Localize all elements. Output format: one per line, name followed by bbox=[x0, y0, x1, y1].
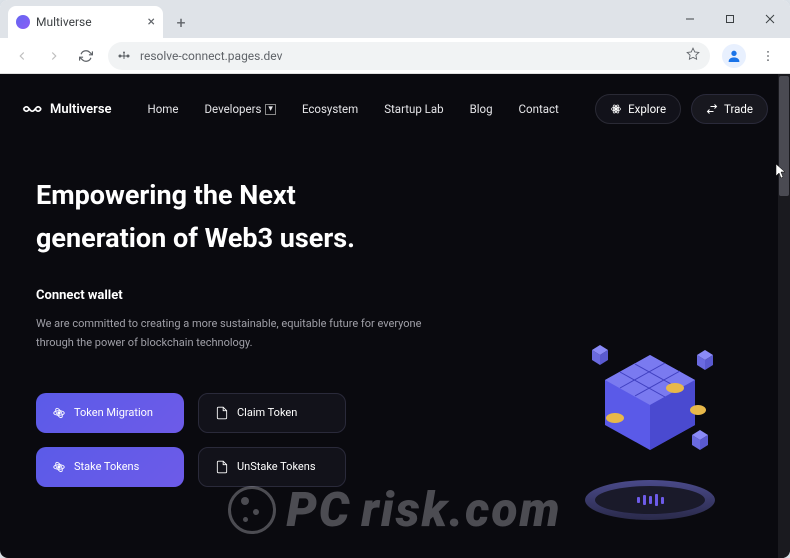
bookmark-icon[interactable] bbox=[686, 47, 700, 64]
browser-window: Multiverse × + bbox=[0, 0, 790, 558]
hero-body: We are committed to creating a more sust… bbox=[36, 315, 456, 352]
tab-strip: Multiverse × + bbox=[0, 0, 790, 38]
nav-startup-lab[interactable]: Startup Lab bbox=[384, 102, 443, 116]
cursor-icon bbox=[776, 164, 788, 184]
page-content: Multiverse Home Developers ▾ Ecosystem S… bbox=[0, 74, 790, 558]
explore-button[interactable]: Explore bbox=[595, 94, 681, 124]
stake-tokens-button[interactable]: Stake Tokens bbox=[36, 447, 184, 487]
trade-button[interactable]: Trade bbox=[691, 94, 768, 124]
unstake-tokens-button[interactable]: UnStake Tokens bbox=[198, 447, 346, 487]
window-controls bbox=[670, 0, 790, 38]
back-button[interactable] bbox=[8, 42, 36, 70]
cube-illustration bbox=[570, 310, 730, 470]
atom-icon bbox=[610, 103, 622, 115]
token-migration-button[interactable]: Token Migration bbox=[36, 393, 184, 433]
address-bar[interactable]: resolve-connect.pages.dev bbox=[108, 42, 710, 70]
chevron-down-icon: ▾ bbox=[265, 104, 276, 115]
nav-developers[interactable]: Developers ▾ bbox=[205, 102, 276, 116]
atom-icon bbox=[52, 406, 66, 420]
site-info-icon[interactable] bbox=[118, 49, 132, 63]
watermark-logo-icon bbox=[228, 486, 276, 534]
browser-menu-button[interactable] bbox=[754, 42, 782, 70]
close-window-button[interactable] bbox=[750, 0, 790, 38]
hero-title: Empowering the Next generation of Web3 u… bbox=[36, 174, 496, 260]
header-actions: Explore Trade bbox=[595, 94, 768, 124]
document-icon bbox=[215, 406, 229, 420]
document-icon bbox=[215, 460, 229, 474]
browser-toolbar: resolve-connect.pages.dev bbox=[0, 38, 790, 74]
tab-title: Multiverse bbox=[36, 15, 92, 29]
site-logo[interactable]: Multiverse bbox=[22, 102, 112, 117]
minimize-button[interactable] bbox=[670, 0, 710, 38]
nav-contact[interactable]: Contact bbox=[519, 102, 559, 116]
pedestal-illustration bbox=[585, 480, 715, 520]
nav-ecosystem[interactable]: Ecosystem bbox=[302, 102, 358, 116]
site-header: Multiverse Home Developers ▾ Ecosystem S… bbox=[0, 74, 790, 124]
close-tab-icon[interactable]: × bbox=[148, 14, 155, 30]
new-tab-button[interactable]: + bbox=[167, 8, 195, 36]
profile-button[interactable] bbox=[722, 44, 746, 68]
hero-section: Empowering the Next generation of Web3 u… bbox=[0, 124, 790, 487]
atom-icon bbox=[52, 460, 66, 474]
swap-icon bbox=[706, 103, 718, 115]
page-scrollbar[interactable] bbox=[778, 74, 790, 558]
nav-blog[interactable]: Blog bbox=[470, 102, 493, 116]
maximize-button[interactable] bbox=[710, 0, 750, 38]
forward-button[interactable] bbox=[40, 42, 68, 70]
url-text: resolve-connect.pages.dev bbox=[140, 49, 282, 63]
reload-button[interactable] bbox=[72, 42, 100, 70]
hero-subheading: Connect wallet bbox=[36, 288, 754, 303]
claim-token-button[interactable]: Claim Token bbox=[198, 393, 346, 433]
browser-tab[interactable]: Multiverse × bbox=[8, 6, 163, 38]
logo-icon bbox=[22, 102, 44, 116]
tab-favicon-icon bbox=[16, 15, 30, 29]
nav-home[interactable]: Home bbox=[148, 102, 179, 116]
logo-text: Multiverse bbox=[50, 102, 112, 117]
